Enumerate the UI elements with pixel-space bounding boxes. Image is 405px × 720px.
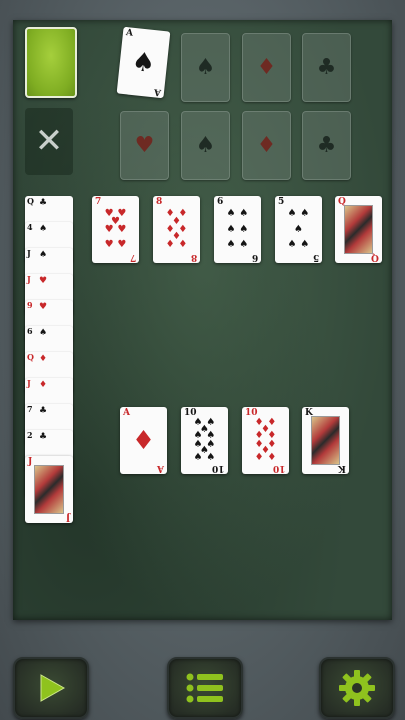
card-rank-inverted: A xyxy=(153,86,162,97)
suit-placeholder: ♣ xyxy=(316,132,337,158)
suit-pip: ♠ xyxy=(206,452,216,464)
suit-pip: ♠ xyxy=(226,239,236,251)
card-rank-inverted: A xyxy=(157,463,164,473)
face-card-art xyxy=(34,465,64,514)
card-rank-inverted: 7 xyxy=(129,252,136,262)
tableau-card[interactable]: KK xyxy=(302,407,349,474)
card-rank: 7 xyxy=(27,404,33,414)
suit-pip: ♦ xyxy=(165,239,175,251)
suit-pip: ♣ xyxy=(39,198,48,208)
card-rank: 4 xyxy=(27,222,33,232)
card-rank: A xyxy=(125,28,134,39)
tableau-card[interactable]: 10 10 ♦ ♦ ♦ ♦ ♦ ♦ ♦ ♦ ♦ ♦ xyxy=(242,407,289,474)
suit-pip: ♥ xyxy=(39,276,48,286)
card-rank-inverted: J xyxy=(65,512,70,522)
suit-pip: ♠ xyxy=(300,207,310,219)
suit-pip: ♠ xyxy=(130,46,157,79)
tableau-card[interactable]: 6 6 ♠ ♠ ♠ ♠ ♠ ♠ xyxy=(214,196,261,263)
suit-pip: ♠ xyxy=(39,328,48,338)
waste-empty-slot[interactable]: ✕ xyxy=(25,108,73,175)
suit-placeholder: ♦ xyxy=(256,132,277,158)
foundation-slot[interactable]: ♣ xyxy=(302,33,351,102)
reserve-card[interactable]: JJ xyxy=(25,456,73,523)
suit-pip: ♥ xyxy=(104,223,114,235)
suit-pip: ♠ xyxy=(226,223,236,235)
stock-pile[interactable] xyxy=(25,27,77,98)
play-button[interactable] xyxy=(13,657,89,719)
suit-pip: ♠ xyxy=(39,250,48,260)
foundation-slot[interactable]: ♠ xyxy=(181,111,230,180)
gear-icon xyxy=(339,670,375,706)
suit-pip: ♥ xyxy=(117,239,127,251)
suit-pip: ♦ xyxy=(178,239,188,251)
card-rank-inverted: 6 xyxy=(251,252,258,262)
suit-pip: ♠ xyxy=(287,239,297,251)
suit-pip: ♠ xyxy=(300,239,310,251)
suit-placeholder: ♠ xyxy=(195,54,216,80)
menu-list-icon xyxy=(186,673,223,703)
card-rank: J xyxy=(28,457,33,467)
card-rank-inverted: 5 xyxy=(312,252,319,262)
suit-placeholder: ♠ xyxy=(195,132,216,158)
card-rank: 9 xyxy=(27,300,33,310)
suit-pip: ♠ xyxy=(239,223,249,235)
tableau-card[interactable]: 10 10 ♠ ♠ ♠ ♠ ♠ ♠ ♠ ♠ ♠ ♠ xyxy=(181,407,228,474)
suit-pip: ♠ xyxy=(39,224,48,234)
suit-pip: ♦ xyxy=(131,425,156,456)
tableau-card[interactable]: 8 8 ♦ ♦ ♦ ♦ ♦ ♦ ♦ ♦ xyxy=(153,196,200,263)
suit-pip: ♠ xyxy=(294,223,303,235)
suit-pip: ♦ xyxy=(254,452,264,464)
foundation-card[interactable]: A A ♠ xyxy=(116,26,171,99)
suit-pip: ♥ xyxy=(104,239,114,251)
suit-pip: ♥ xyxy=(39,302,48,312)
suit-pip: ♠ xyxy=(226,207,236,219)
card-rank: Q xyxy=(27,352,34,362)
foundation-slot[interactable]: ♥ xyxy=(120,111,169,180)
suit-pip: ♠ xyxy=(239,207,249,219)
menu-button[interactable] xyxy=(167,657,243,719)
face-card-art xyxy=(344,205,373,254)
suit-pip: ♠ xyxy=(287,207,297,219)
card-rank: J xyxy=(27,248,31,258)
tableau-card[interactable]: QQ xyxy=(335,196,382,263)
suit-pip: ♣ xyxy=(39,406,48,416)
suit-pip: ♦ xyxy=(267,452,277,464)
card-rank-inverted: 8 xyxy=(190,252,197,262)
card-rank: J xyxy=(27,274,31,284)
card-rank: 2 xyxy=(27,430,33,440)
suit-placeholder: ♦ xyxy=(256,54,277,80)
foundation-slot[interactable]: ♣ xyxy=(302,111,351,180)
foundation-slot[interactable]: ♠ xyxy=(181,33,230,102)
suit-pip: ♠ xyxy=(239,239,249,251)
play-icon xyxy=(40,674,66,702)
suit-pip: ♦ xyxy=(39,380,48,390)
suit-pip: ♠ xyxy=(193,452,203,464)
foundation-slot[interactable]: ♦ xyxy=(242,33,291,102)
close-icon: ✕ xyxy=(34,120,64,161)
suit-pip: ♦ xyxy=(39,354,48,364)
tableau-card[interactable]: A A ♦ xyxy=(120,407,167,474)
card-rank: Q xyxy=(27,196,34,206)
face-card-art xyxy=(311,416,340,465)
foundation-slot[interactable]: ♦ xyxy=(242,111,291,180)
suit-placeholder: ♥ xyxy=(134,132,155,158)
suit-pip: ♣ xyxy=(39,432,48,442)
tableau-card[interactable]: 5 5 ♠ ♠ ♠ ♠ ♠ xyxy=(275,196,322,263)
card-rank: A xyxy=(123,408,130,418)
settings-button[interactable] xyxy=(319,657,395,719)
suit-pip: ♥ xyxy=(117,223,127,235)
suit-placeholder: ♣ xyxy=(316,54,337,80)
card-rank: 6 xyxy=(27,326,33,336)
tableau-card[interactable]: 7 7 ♥ ♥ ♥ ♥ ♥ ♥ ♥ xyxy=(92,196,139,263)
card-rank: J xyxy=(27,378,31,388)
